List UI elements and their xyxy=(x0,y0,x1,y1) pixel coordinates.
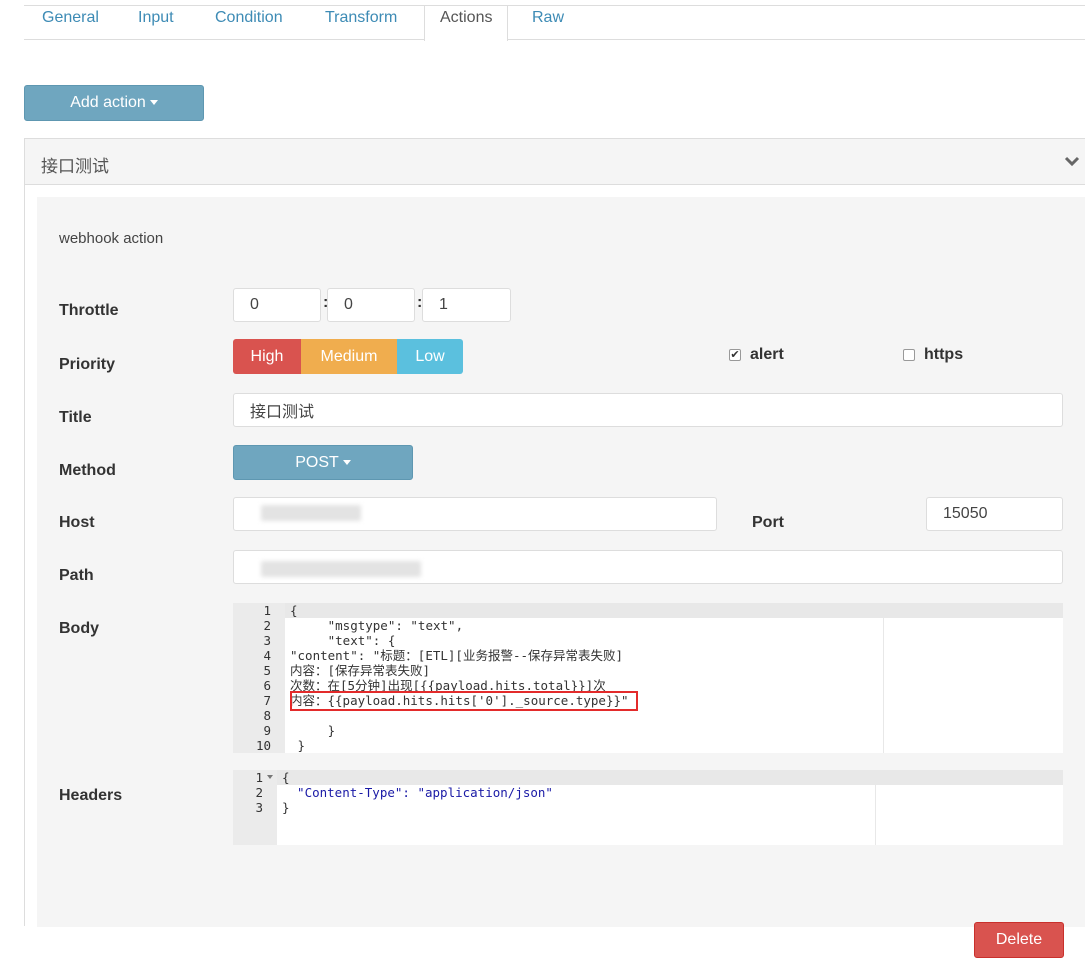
code-line: 内容：[保存异常表失败] xyxy=(290,663,431,678)
fold-arrow-icon[interactable] xyxy=(267,775,273,779)
code-line: } xyxy=(290,738,306,753)
panel-title: 接口测试 xyxy=(41,157,109,176)
https-checkbox[interactable] xyxy=(903,349,915,361)
add-action-label: Add action xyxy=(70,94,146,111)
redacted-host xyxy=(261,505,361,521)
code-line: { xyxy=(290,603,298,618)
priority-medium-button[interactable]: Medium xyxy=(301,339,397,374)
port-label: Port xyxy=(752,514,784,531)
port-input[interactable] xyxy=(926,497,1063,531)
caret-down-icon xyxy=(149,100,158,106)
line-number: 1 xyxy=(263,603,271,618)
caret-down-icon xyxy=(342,460,351,466)
priority-high-button[interactable]: High xyxy=(233,339,301,374)
method-value: POST xyxy=(295,454,339,471)
line-number: 9 xyxy=(263,723,271,738)
path-label: Path xyxy=(59,567,94,584)
alert-checkbox[interactable]: ✔ xyxy=(729,349,741,361)
tab-input[interactable]: Input xyxy=(138,6,174,40)
code-line: "msgtype": "text", xyxy=(290,618,464,633)
line-number: 2 xyxy=(255,785,263,800)
active-line xyxy=(285,603,1063,618)
print-margin xyxy=(875,770,876,845)
add-action-button[interactable]: Add action xyxy=(24,85,204,121)
line-number: 6 xyxy=(263,678,271,693)
tab-transform[interactable]: Transform xyxy=(325,6,397,40)
code-line: "content": "标题：[ETL][业务报警--保存异常表失败] xyxy=(290,648,624,663)
body-code-editor[interactable]: 1 2 3 4 5 6 7 8 9 10 { "msgtype": "text"… xyxy=(233,603,1063,753)
title-input[interactable] xyxy=(233,393,1063,427)
throttle-label: Throttle xyxy=(59,302,119,319)
webhook-action-form: webhook action Throttle : : Priority Hig… xyxy=(37,197,1085,958)
method-dropdown[interactable]: POST xyxy=(233,445,413,480)
priority-low-button[interactable]: Low xyxy=(397,339,463,374)
line-number: 8 xyxy=(263,708,271,723)
action-panel: 接口测试 webhook action Throttle : : Priorit… xyxy=(24,138,1085,958)
code-line: "text": { xyxy=(290,633,396,648)
line-number: 10 xyxy=(255,738,271,753)
title-label: Title xyxy=(59,409,92,426)
tab-actions[interactable]: Actions xyxy=(424,6,509,41)
tab-condition[interactable]: Condition xyxy=(215,6,283,40)
line-number: 7 xyxy=(263,693,271,708)
code-line: } xyxy=(290,723,336,738)
line-number: 3 xyxy=(255,800,263,815)
priority-label: Priority xyxy=(59,356,116,373)
code-line: "Content-Type": "application/json" xyxy=(282,785,553,800)
host-label: Host xyxy=(59,514,95,531)
https-label: https xyxy=(924,346,964,363)
code-line: } xyxy=(282,800,290,815)
method-label: Method xyxy=(59,462,116,479)
highlight-box xyxy=(290,691,638,711)
line-number: 4 xyxy=(263,648,271,663)
throttle-seconds-input[interactable] xyxy=(422,288,511,322)
tab-bar: General Input Condition Transform Action… xyxy=(24,6,1085,41)
line-number: 3 xyxy=(263,633,271,648)
throttle-hours-input[interactable] xyxy=(233,288,321,322)
delete-button[interactable]: Delete xyxy=(974,922,1064,958)
body-label: Body xyxy=(59,620,99,637)
active-line xyxy=(277,770,1063,785)
tab-raw[interactable]: Raw xyxy=(532,6,564,40)
redacted-path xyxy=(261,561,421,577)
headers-label: Headers xyxy=(59,787,123,804)
line-number: 1 xyxy=(255,770,263,785)
line-number: 2 xyxy=(263,618,271,633)
panel-header[interactable]: 接口测试 xyxy=(25,139,1085,185)
code-line: { xyxy=(282,770,290,785)
headers-code-editor[interactable]: 1 2 3 { "Content-Type": "application/jso… xyxy=(233,770,1063,845)
print-margin xyxy=(883,603,884,753)
throttle-minutes-input[interactable] xyxy=(327,288,415,322)
chevron-down-icon[interactable] xyxy=(1064,153,1080,169)
line-number: 5 xyxy=(263,663,271,678)
alert-label: alert xyxy=(750,346,784,363)
section-label: webhook action xyxy=(59,230,164,247)
tab-general[interactable]: General xyxy=(42,6,99,40)
